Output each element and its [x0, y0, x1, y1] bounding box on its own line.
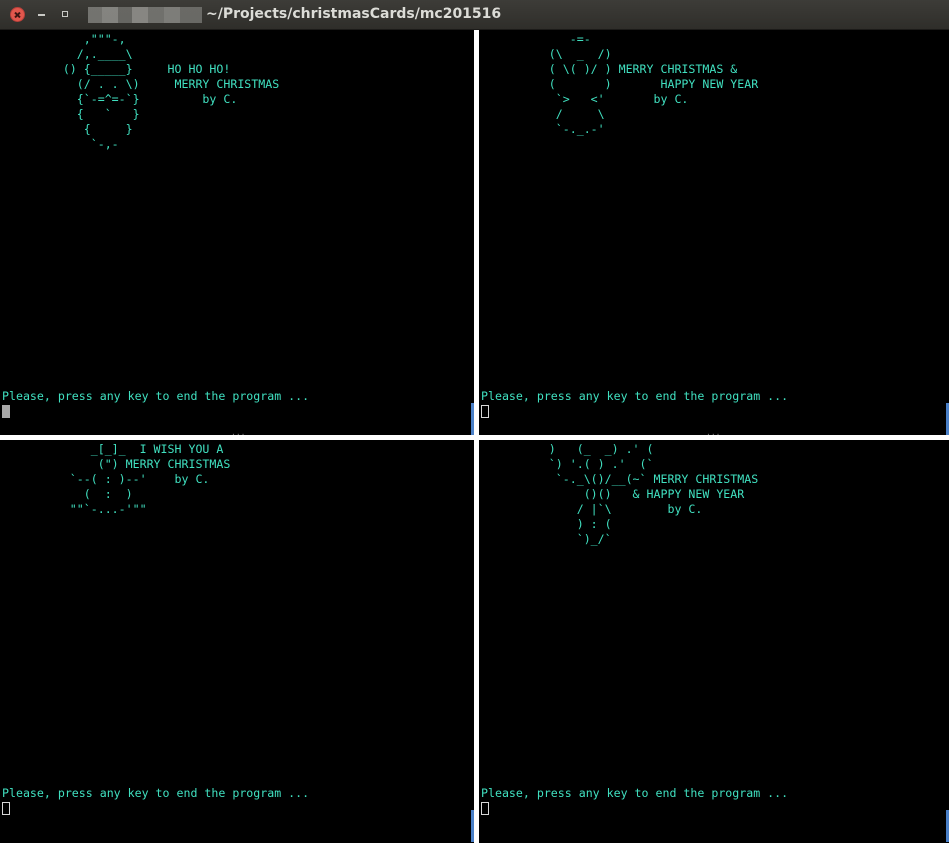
exit-prompt: Please, press any key to end the program…	[481, 786, 789, 800]
terminal-cursor	[2, 802, 10, 815]
art-line: `-,-	[0, 137, 119, 151]
art-line: (/ . . \) MERRY CHRISTMAS	[0, 77, 280, 91]
redacted-hostname	[88, 7, 202, 23]
art-line: / \	[479, 107, 605, 121]
close-window-button[interactable]	[10, 7, 25, 22]
split-grip-icon[interactable]: ···	[706, 431, 720, 439]
art-line: ()() & HAPPY NEW YEAR	[479, 487, 745, 501]
exit-prompt: Please, press any key to end the program…	[2, 786, 310, 800]
art-line: ,"""-,	[0, 32, 126, 46]
terminal-pane-top-left[interactable]: ,"""-, /,.____\ () {_____} HO HO HO! (/ …	[0, 30, 474, 435]
art-line: (") MERRY CHRISTMAS	[0, 457, 231, 471]
terminal-pane-bottom-left[interactable]: _[_]_ I WISH YOU A (") MERRY CHRISTMAS `…	[0, 440, 474, 843]
art-line: `) '.( ) .' (`	[479, 457, 654, 471]
art-line: ""`-...-'""	[0, 502, 147, 516]
title-bar: ~/Projects/christmasCards/mc201516	[0, 0, 949, 30]
exit-prompt: Please, press any key to end the program…	[2, 389, 310, 403]
terminal-cursor	[481, 405, 489, 418]
terminal-cursor	[481, 802, 489, 815]
art-line: `-._\()/__(~` MERRY CHRISTMAS	[479, 472, 759, 486]
art-line: `> <' by C.	[479, 92, 689, 106]
art-line: `--( : )--' by C.	[0, 472, 210, 486]
bell-ascii-art: ) (_ _) .' ( `) '.( ) .' (` `-._\()/__(~…	[479, 442, 758, 547]
art-line: ( : )	[0, 487, 133, 501]
art-line: ) (_ _) .' (	[479, 442, 654, 456]
art-line: _[_]_ I WISH YOU A	[0, 442, 224, 456]
snowman-ascii-art: _[_]_ I WISH YOU A (") MERRY CHRISTMAS `…	[0, 442, 231, 517]
art-line: ( \( )/ ) MERRY CHRISTMAS &	[479, 62, 738, 76]
terminal-pane-bottom-right[interactable]: ) (_ _) .' ( `) '.( ) .' (` `-._\()/__(~…	[479, 440, 949, 843]
art-line: () {_____} HO HO HO!	[0, 62, 231, 76]
reindeer-ascii-art: -=- (\ _ /) ( \( )/ ) MERRY CHRISTMAS & …	[479, 32, 758, 137]
terminal-cursor	[2, 405, 10, 418]
art-line: ) : (	[479, 517, 612, 531]
terminal-window: ~/Projects/christmasCards/mc201516 ,"""-…	[0, 0, 949, 843]
exit-prompt: Please, press any key to end the program…	[481, 389, 789, 403]
art-line: { }	[0, 122, 133, 136]
art-line: `-._.-'	[479, 122, 605, 136]
art-line: -=-	[479, 32, 591, 46]
terminal-pane-top-right[interactable]: -=- (\ _ /) ( \( )/ ) MERRY CHRISTMAS & …	[479, 30, 949, 435]
horizontal-split-divider[interactable]	[0, 435, 949, 440]
split-grip-icon[interactable]: ···	[231, 431, 245, 439]
window-title: ~/Projects/christmasCards/mc201516	[206, 6, 502, 22]
art-line: {`-=^=-`} by C.	[0, 92, 238, 106]
santa-ascii-art: ,"""-, /,.____\ () {_____} HO HO HO! (/ …	[0, 32, 279, 152]
art-line: (\ _ /)	[479, 47, 612, 61]
art-line: { ` }	[0, 107, 140, 121]
minimize-window-button[interactable]	[34, 7, 49, 22]
art-line: / |`\ by C.	[479, 502, 703, 516]
art-line: /,.____\	[0, 47, 133, 61]
art-line: `)_/`	[479, 532, 612, 546]
art-line: ( ) HAPPY NEW YEAR	[479, 77, 759, 91]
maximize-window-button[interactable]	[58, 7, 73, 22]
